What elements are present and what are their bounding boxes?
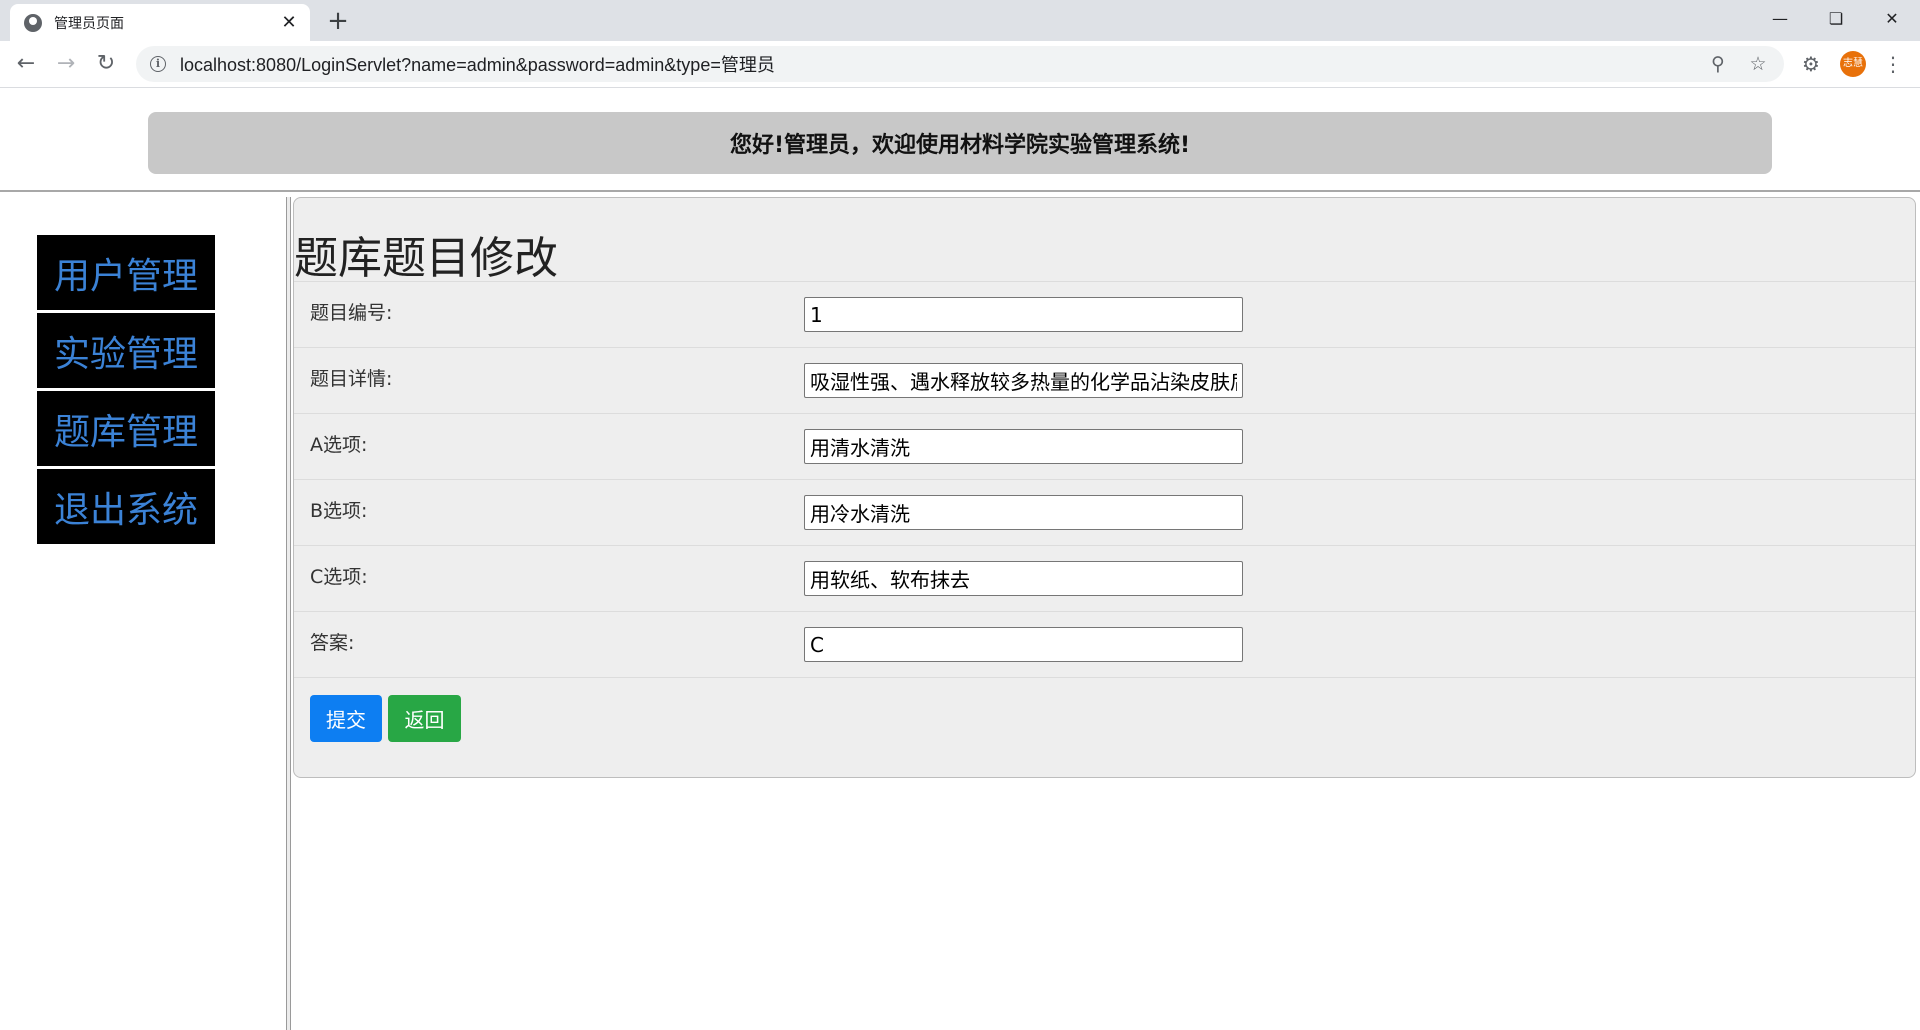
- puzzle-icon[interactable]: ⚙: [1798, 51, 1824, 77]
- form-row-question-detail: 题目详情:: [294, 347, 1915, 413]
- question-id-label: 题目编号:: [310, 302, 393, 324]
- form-row-option-a: A选项:: [294, 413, 1915, 479]
- star-icon[interactable]: ☆: [1746, 52, 1770, 76]
- sidebar-item-question-bank[interactable]: 题库管理: [37, 391, 215, 466]
- form-row-answer: 答案:: [294, 611, 1915, 677]
- option-b-label: B选项:: [310, 500, 368, 522]
- option-a-label: A选项:: [310, 434, 368, 456]
- back-button[interactable]: 返回: [388, 695, 461, 742]
- minimize-icon[interactable]: —: [1752, 0, 1808, 36]
- form-divider: [294, 677, 1915, 678]
- form-row-option-c: C选项:: [294, 545, 1915, 611]
- edit-question-form: 题库题目修改 题目编号: 题目详情: A选项: B选项: C选项: 答案: 提交…: [293, 197, 1916, 778]
- key-icon[interactable]: ⚲: [1706, 52, 1730, 76]
- address-bar[interactable]: i localhost:8080/LoginServlet?name=admin…: [136, 46, 1784, 82]
- answer-input[interactable]: [804, 627, 1243, 662]
- option-a-input[interactable]: [804, 429, 1243, 464]
- page-header: 您好!管理员，欢迎使用材料学院实验管理系统!: [0, 89, 1920, 192]
- reload-icon[interactable]: ↻: [90, 49, 122, 81]
- restore-icon[interactable]: ❏: [1808, 0, 1864, 36]
- back-arrow-icon[interactable]: ←: [10, 49, 42, 81]
- question-detail-label: 题目详情:: [310, 368, 393, 390]
- info-icon[interactable]: i: [150, 56, 166, 72]
- form-row-question-id: 题目编号:: [294, 281, 1915, 347]
- forward-arrow-icon[interactable]: →: [50, 49, 82, 81]
- sidebar-item-experiment-management[interactable]: 实验管理: [37, 313, 215, 388]
- option-c-label: C选项:: [310, 566, 368, 588]
- window-controls: — ❏ ✕: [1752, 0, 1920, 36]
- question-detail-input[interactable]: [804, 363, 1243, 398]
- page-title: 题库题目修改: [294, 233, 558, 284]
- form-row-option-b: B选项:: [294, 479, 1915, 545]
- profile-avatar[interactable]: 志慧: [1840, 51, 1866, 77]
- close-icon[interactable]: ✕: [278, 12, 300, 33]
- sidebar-divider[interactable]: [286, 197, 291, 1030]
- browser-toolbar: ← → ↻ i localhost:8080/LoginServlet?name…: [0, 41, 1920, 88]
- tab-title: 管理员页面: [54, 15, 124, 32]
- window-close-icon[interactable]: ✕: [1864, 0, 1920, 36]
- more-vert-icon[interactable]: ⋮: [1880, 51, 1906, 77]
- answer-label: 答案:: [310, 632, 355, 654]
- sidebar-item-logout[interactable]: 退出系统: [37, 469, 215, 544]
- sidebar: 用户管理 实验管理 题库管理 退出系统: [0, 197, 290, 1030]
- globe-icon: [24, 13, 42, 32]
- browser-tab[interactable]: 管理员页面 ✕: [10, 4, 310, 41]
- browser-tabstrip: 管理员页面 ✕ + — ❏ ✕: [0, 0, 1920, 41]
- sidebar-item-user-management[interactable]: 用户管理: [37, 235, 215, 310]
- question-id-input[interactable]: [804, 297, 1243, 332]
- submit-button[interactable]: 提交: [310, 695, 382, 742]
- option-c-input[interactable]: [804, 561, 1243, 596]
- new-tab-button[interactable]: +: [322, 6, 354, 38]
- url-text[interactable]: localhost:8080/LoginServlet?name=admin&p…: [180, 51, 775, 77]
- welcome-banner: 您好!管理员，欢迎使用材料学院实验管理系统!: [148, 112, 1772, 174]
- option-b-input[interactable]: [804, 495, 1243, 530]
